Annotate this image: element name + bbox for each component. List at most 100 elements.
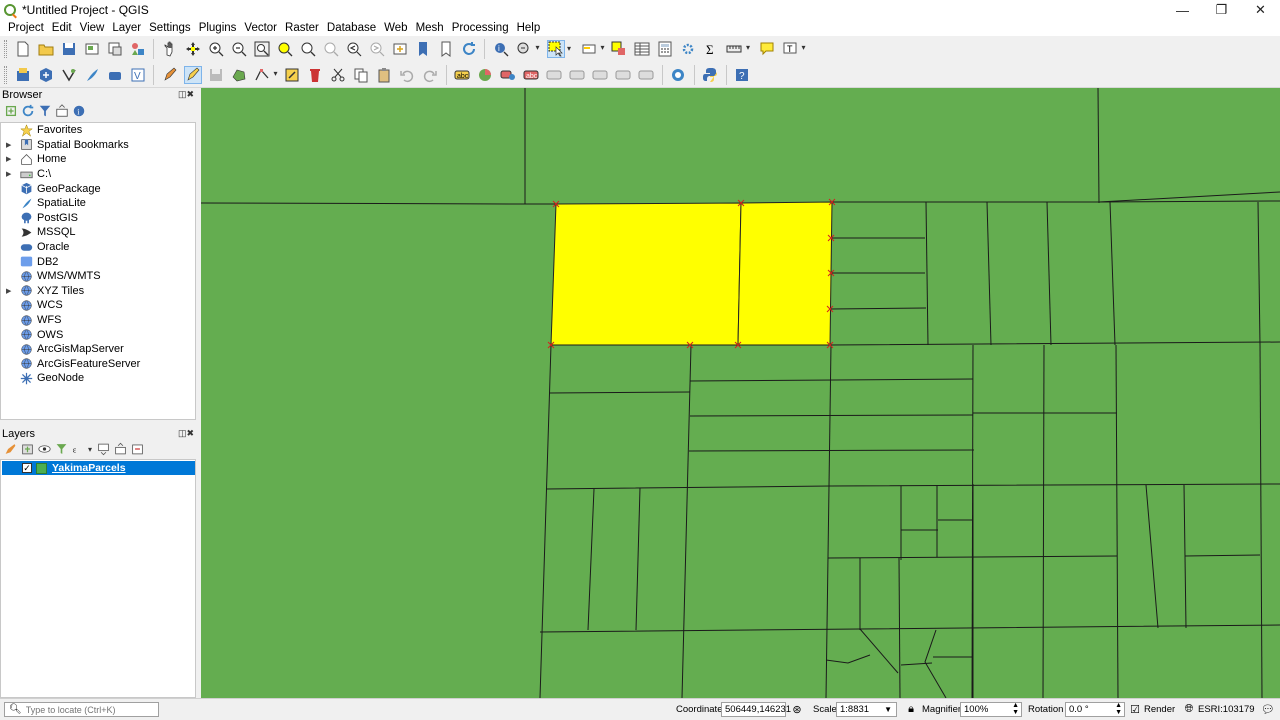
toolbar-grip[interactable]	[4, 65, 7, 84]
selected-parcel[interactable]	[550, 202, 742, 346]
rotation-spinbox[interactable]: 0.0 ° ▲ ▼	[1065, 702, 1125, 717]
add-spatialite-layer-icon[interactable]	[83, 66, 101, 84]
pin-labels-icon[interactable]	[499, 66, 517, 84]
show-bookmarks-icon[interactable]	[437, 40, 455, 58]
processing-toolbox-icon[interactable]	[679, 40, 697, 58]
map-canvas[interactable]	[201, 88, 1280, 698]
pan-map-icon[interactable]	[161, 40, 179, 58]
copy-features-icon[interactable]	[352, 66, 370, 84]
show-hide-labels-icon[interactable]	[614, 66, 632, 84]
browser-item-home[interactable]: ▶ Home	[1, 152, 195, 167]
lock-scale-icon[interactable]: 🔒︎	[904, 702, 918, 716]
menu-help[interactable]: Help	[513, 20, 545, 36]
panel-float-icon[interactable]: ◫✖	[178, 89, 194, 100]
restore-button[interactable]: ❐	[1202, 0, 1241, 20]
actions-icon[interactable]	[515, 40, 540, 58]
spin-arrows-icon[interactable]: ▲ ▼	[1115, 702, 1122, 716]
add-polygon-feature-icon[interactable]	[230, 66, 248, 84]
layer-item-yakimaparcels[interactable]: ✓ YakimaParcels	[2, 461, 195, 475]
menu-processing[interactable]: Processing	[448, 20, 513, 36]
browser-item-geonode[interactable]: GeoNode	[1, 371, 195, 386]
collapse-all-layers-icon[interactable]	[114, 442, 127, 455]
browser-item-favorites[interactable]: Favorites	[1, 123, 195, 138]
rotate-label-icon[interactable]	[568, 66, 586, 84]
new-print-layout-icon[interactable]	[83, 40, 101, 58]
browser-item-oracle[interactable]: Oracle	[1, 240, 195, 255]
browser-item-arcgis-feature-server[interactable]: ArcGisFeatureServer	[1, 357, 195, 372]
move-label-icon[interactable]	[545, 66, 563, 84]
browser-item-db2[interactable]: DB2	[1, 254, 195, 269]
zoom-next-icon[interactable]	[368, 40, 386, 58]
menu-project[interactable]: Project	[4, 20, 48, 36]
open-layer-styling-icon[interactable]	[4, 442, 17, 455]
zoom-in-icon[interactable]	[207, 40, 225, 58]
save-edits-icon[interactable]	[207, 66, 225, 84]
delete-selected-icon[interactable]	[306, 66, 324, 84]
expand-arrow-icon[interactable]: ▶	[6, 170, 16, 178]
locator-bar[interactable]: 🔍︎	[4, 702, 159, 717]
zoom-full-icon[interactable]	[253, 40, 271, 58]
zoom-native-icon[interactable]	[322, 40, 340, 58]
new-geopackage-layer-icon[interactable]	[37, 66, 55, 84]
menu-web[interactable]: Web	[380, 20, 411, 36]
style-manager-icon[interactable]	[129, 40, 147, 58]
cut-features-icon[interactable]	[329, 66, 347, 84]
locator-input[interactable]	[25, 704, 156, 715]
select-features-icon[interactable]	[547, 40, 571, 58]
coordinate-field[interactable]: 506449,146231	[721, 702, 791, 717]
attribute-table-icon[interactable]	[633, 40, 651, 58]
browser-item-mssql[interactable]: MSSQL	[1, 225, 195, 240]
browser-item-spatialite[interactable]: SpatiaLite	[1, 196, 195, 211]
toggle-extents-icon[interactable]: ⊛	[790, 702, 804, 716]
zoom-selection-icon[interactable]	[276, 40, 294, 58]
panel-float-icon[interactable]: ◫✖	[178, 428, 194, 439]
add-vector-layer-icon[interactable]	[60, 66, 78, 84]
manage-map-themes-icon[interactable]	[38, 442, 51, 455]
remove-layer-icon[interactable]	[131, 442, 144, 455]
zoom-layer-icon[interactable]	[299, 40, 317, 58]
refresh-icon[interactable]	[460, 40, 478, 58]
modify-attributes-icon[interactable]	[283, 66, 301, 84]
filter-browser-icon[interactable]	[38, 104, 52, 118]
highlight-labels-icon[interactable]: abc	[522, 66, 540, 84]
menu-layer[interactable]: Layer	[108, 20, 145, 36]
magnifier-spinbox[interactable]: 100% ▲ ▼	[960, 702, 1022, 717]
layout-manager-icon[interactable]	[106, 40, 124, 58]
render-checkbox[interactable]: ☑	[1128, 702, 1142, 716]
toolbar-grip[interactable]	[4, 40, 7, 58]
expand-all-icon[interactable]	[97, 442, 110, 455]
spin-arrows-icon[interactable]: ▲ ▼	[1012, 702, 1019, 716]
menu-plugins[interactable]: Plugins	[195, 20, 241, 36]
data-source-manager-icon[interactable]	[14, 66, 32, 84]
metasearch-icon[interactable]	[669, 66, 687, 84]
menu-view[interactable]: View	[76, 20, 109, 36]
select-by-value-icon[interactable]	[580, 40, 605, 58]
scale-combobox[interactable]: 1:8831 ▼	[836, 702, 897, 717]
browser-item-wfs[interactable]: WFS	[1, 313, 195, 328]
selected-parcel[interactable]	[737, 201, 833, 346]
filter-by-expression-icon[interactable]: ε	[72, 442, 92, 455]
browser-item-spatial-bookmarks[interactable]: ▶ Spatial Bookmarks	[1, 138, 195, 153]
zoom-last-icon[interactable]	[345, 40, 363, 58]
browser-item-wcs[interactable]: WCS	[1, 298, 195, 313]
vertex-tool-icon[interactable]	[253, 66, 278, 84]
layer-visibility-checkbox[interactable]: ✓	[22, 463, 32, 473]
label-properties-icon[interactable]	[637, 66, 655, 84]
close-button[interactable]: ✕	[1241, 0, 1280, 20]
menu-edit[interactable]: Edit	[48, 20, 76, 36]
menu-raster[interactable]: Raster	[281, 20, 323, 36]
menu-vector[interactable]: Vector	[240, 20, 281, 36]
browser-item-c-drive[interactable]: ▶ C:\	[1, 167, 195, 182]
enable-properties-icon[interactable]: i	[72, 104, 86, 118]
crs-label[interactable]: ESRI:103179	[1198, 704, 1255, 715]
toggle-editing-icon[interactable]	[183, 65, 202, 84]
expand-arrow-icon[interactable]: ▶	[6, 287, 16, 295]
zoom-out-icon[interactable]	[230, 40, 248, 58]
deselect-all-icon[interactable]	[610, 40, 628, 58]
add-selected-layers-icon[interactable]	[4, 104, 18, 118]
menu-settings[interactable]: Settings	[145, 20, 195, 36]
browser-item-ows[interactable]: OWS	[1, 327, 195, 342]
current-edits-icon[interactable]	[161, 66, 179, 84]
browser-item-postgis[interactable]: PostGIS	[1, 211, 195, 226]
browser-item-arcgis-map-server[interactable]: ArcGisMapServer	[1, 342, 195, 357]
